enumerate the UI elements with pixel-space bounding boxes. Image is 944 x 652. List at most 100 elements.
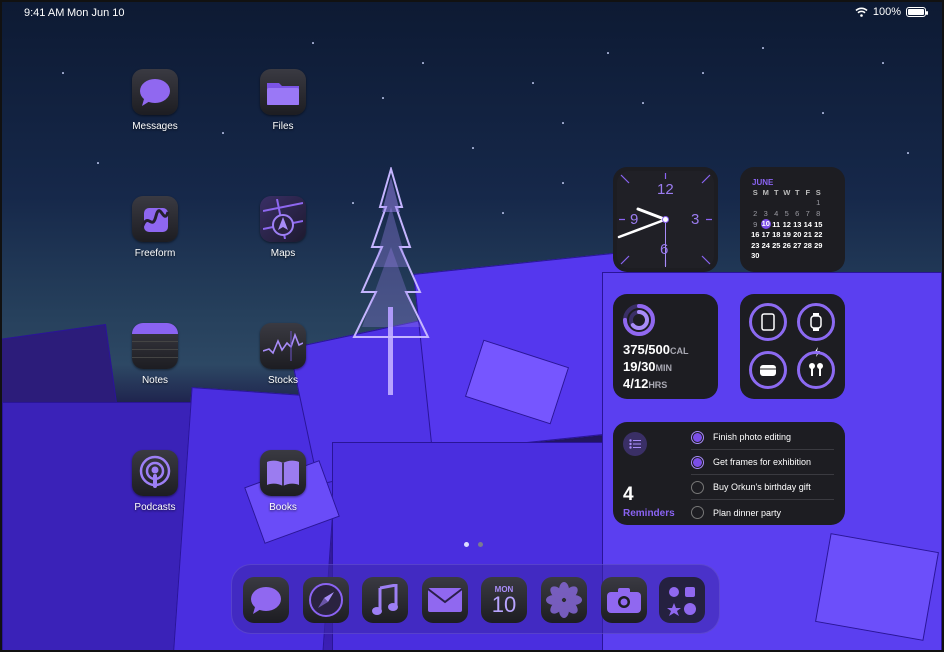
app-label: Maps: [270, 248, 296, 259]
battery-percent: 100%: [872, 6, 901, 18]
reminder-item[interactable]: Get frames for exhibition: [691, 450, 834, 475]
reminders-widget[interactable]: 4 Reminders Finish photo editing Get fra…: [613, 422, 845, 525]
status-time: 9:41 AM: [24, 7, 65, 19]
batteries-widget[interactable]: [740, 294, 845, 399]
app-books[interactable]: Books: [243, 450, 323, 513]
app-stocks[interactable]: Stocks: [243, 323, 323, 386]
calendar-weekday-header: W: [783, 187, 791, 197]
calendar-day[interactable]: 1: [813, 198, 824, 207]
reminder-item[interactable]: Plan dinner party: [691, 500, 834, 525]
calendar-day[interactable]: 22: [813, 230, 824, 239]
calendar-day[interactable]: 4: [771, 209, 782, 218]
calendar-day[interactable]: 20: [792, 230, 803, 239]
maps-icon: [260, 196, 306, 242]
calendar-day[interactable]: 8: [813, 209, 824, 218]
app-label: Stocks: [267, 375, 298, 386]
app-notes[interactable]: Notes: [115, 323, 195, 386]
dock-photos[interactable]: [541, 577, 587, 623]
dock-calendar[interactable]: MON 10: [481, 577, 527, 623]
calendar-day[interactable]: 5: [782, 209, 793, 218]
wifi-icon: [855, 7, 868, 17]
calendar-day[interactable]: 9: [750, 220, 761, 229]
reminders-list-icon: [623, 432, 647, 456]
ipad-battery: [749, 303, 787, 341]
calendar-day[interactable]: 7: [803, 209, 814, 218]
reminders-title: Reminders: [623, 508, 675, 519]
calendar-day[interactable]: 28: [803, 241, 814, 250]
calendar-day[interactable]: 24: [761, 241, 772, 250]
calendar-day[interactable]: 19: [782, 230, 793, 239]
calendar-day[interactable]: 17: [761, 230, 772, 239]
calendar-widget[interactable]: JUNE S M T W T F S 1 2 3 4 5 6 7 8 9 10 11 12 13 14 15 16 17 18 1…: [740, 167, 845, 272]
calendar-today[interactable]: 10: [760, 219, 771, 230]
clock-numeral-3: 3: [691, 211, 700, 228]
clock-numeral-9: 9: [630, 211, 639, 228]
calendar-day[interactable]: 6: [792, 209, 803, 218]
calendar-day[interactable]: 21: [803, 230, 814, 239]
calendar-weekday-header: T: [773, 187, 779, 197]
freeform-icon: [132, 196, 178, 242]
activity-rings-icon: [623, 304, 655, 336]
photos-icon: [546, 582, 582, 618]
dock-camera[interactable]: [601, 577, 647, 623]
calendar-day[interactable]: 2: [750, 209, 761, 218]
calendar-day[interactable]: 14: [803, 220, 814, 229]
calendar-day[interactable]: 15: [813, 220, 824, 229]
app-label: Podcasts: [134, 502, 176, 513]
clock-numeral-6: 6: [660, 241, 669, 258]
dock: MON 10: [231, 564, 720, 634]
app-label: Books: [269, 502, 297, 513]
watch-icon: [810, 313, 822, 331]
dock-safari[interactable]: [303, 577, 349, 623]
calendar-day[interactable]: 12: [782, 220, 793, 229]
books-icon: [260, 450, 306, 496]
reminder-item[interactable]: Buy Orkun's birthday gift: [691, 475, 834, 500]
podcasts-icon: [132, 450, 178, 496]
clock-widget[interactable]: 12 3 6 9: [613, 167, 718, 272]
calendar-day[interactable]: 18: [771, 230, 782, 239]
status-date: Mon Jun 10: [67, 7, 125, 19]
fitness-widget[interactable]: 375/500CAL 19/30MIN 4/12HRS: [613, 294, 718, 399]
calendar-day[interactable]: 30: [750, 251, 761, 260]
calendar-day[interactable]: 23: [750, 241, 761, 250]
calendar-day[interactable]: 25: [771, 241, 782, 250]
airpods-battery: [797, 351, 835, 389]
app-maps[interactable]: Maps: [243, 196, 323, 259]
reminder-checkbox[interactable]: [691, 506, 704, 519]
page-indicator[interactable]: [464, 542, 483, 547]
app-messages[interactable]: Messages: [115, 69, 195, 132]
app-podcasts[interactable]: Podcasts: [115, 450, 195, 513]
dock-messages[interactable]: [243, 577, 289, 623]
calendar-day[interactable]: 26: [782, 241, 793, 250]
app-files[interactable]: Files: [243, 69, 323, 132]
dock-utilities-folder[interactable]: [659, 577, 705, 623]
calendar-day[interactable]: 16: [750, 230, 761, 239]
dock-mail[interactable]: [422, 577, 468, 623]
reminder-checkbox[interactable]: [691, 455, 704, 469]
calendar-day[interactable]: 29: [813, 241, 824, 250]
calendar-day[interactable]: 27: [792, 241, 803, 250]
airpods-icon: [809, 363, 823, 376]
page-dot[interactable]: [464, 542, 469, 547]
messages-icon: [132, 69, 178, 115]
calendar-day[interactable]: 11: [771, 220, 782, 229]
calendar-weekday-header: S: [815, 187, 821, 197]
app-freeform[interactable]: Freeform: [115, 196, 195, 259]
reminder-checkbox[interactable]: [691, 480, 704, 494]
notes-icon: [132, 323, 178, 369]
battery-icon: [906, 7, 928, 17]
reminders-count: 4: [623, 484, 634, 505]
ipad-icon: [761, 313, 775, 331]
pine-tree: [352, 167, 430, 395]
watch-battery: [797, 303, 835, 341]
calendar-day[interactable]: 3: [761, 209, 772, 218]
dock-music[interactable]: [362, 577, 408, 623]
move-stat: 375/500CAL: [623, 342, 689, 357]
calendar-date-label: 10: [491, 591, 517, 617]
reminder-item[interactable]: Finish photo editing: [691, 425, 834, 450]
page-dot[interactable]: [478, 542, 483, 547]
calendar-day[interactable]: 13: [792, 220, 803, 229]
calendar-weekday-header: M: [762, 187, 769, 197]
messages-icon: [251, 587, 281, 614]
reminder-checkbox[interactable]: [691, 430, 704, 444]
